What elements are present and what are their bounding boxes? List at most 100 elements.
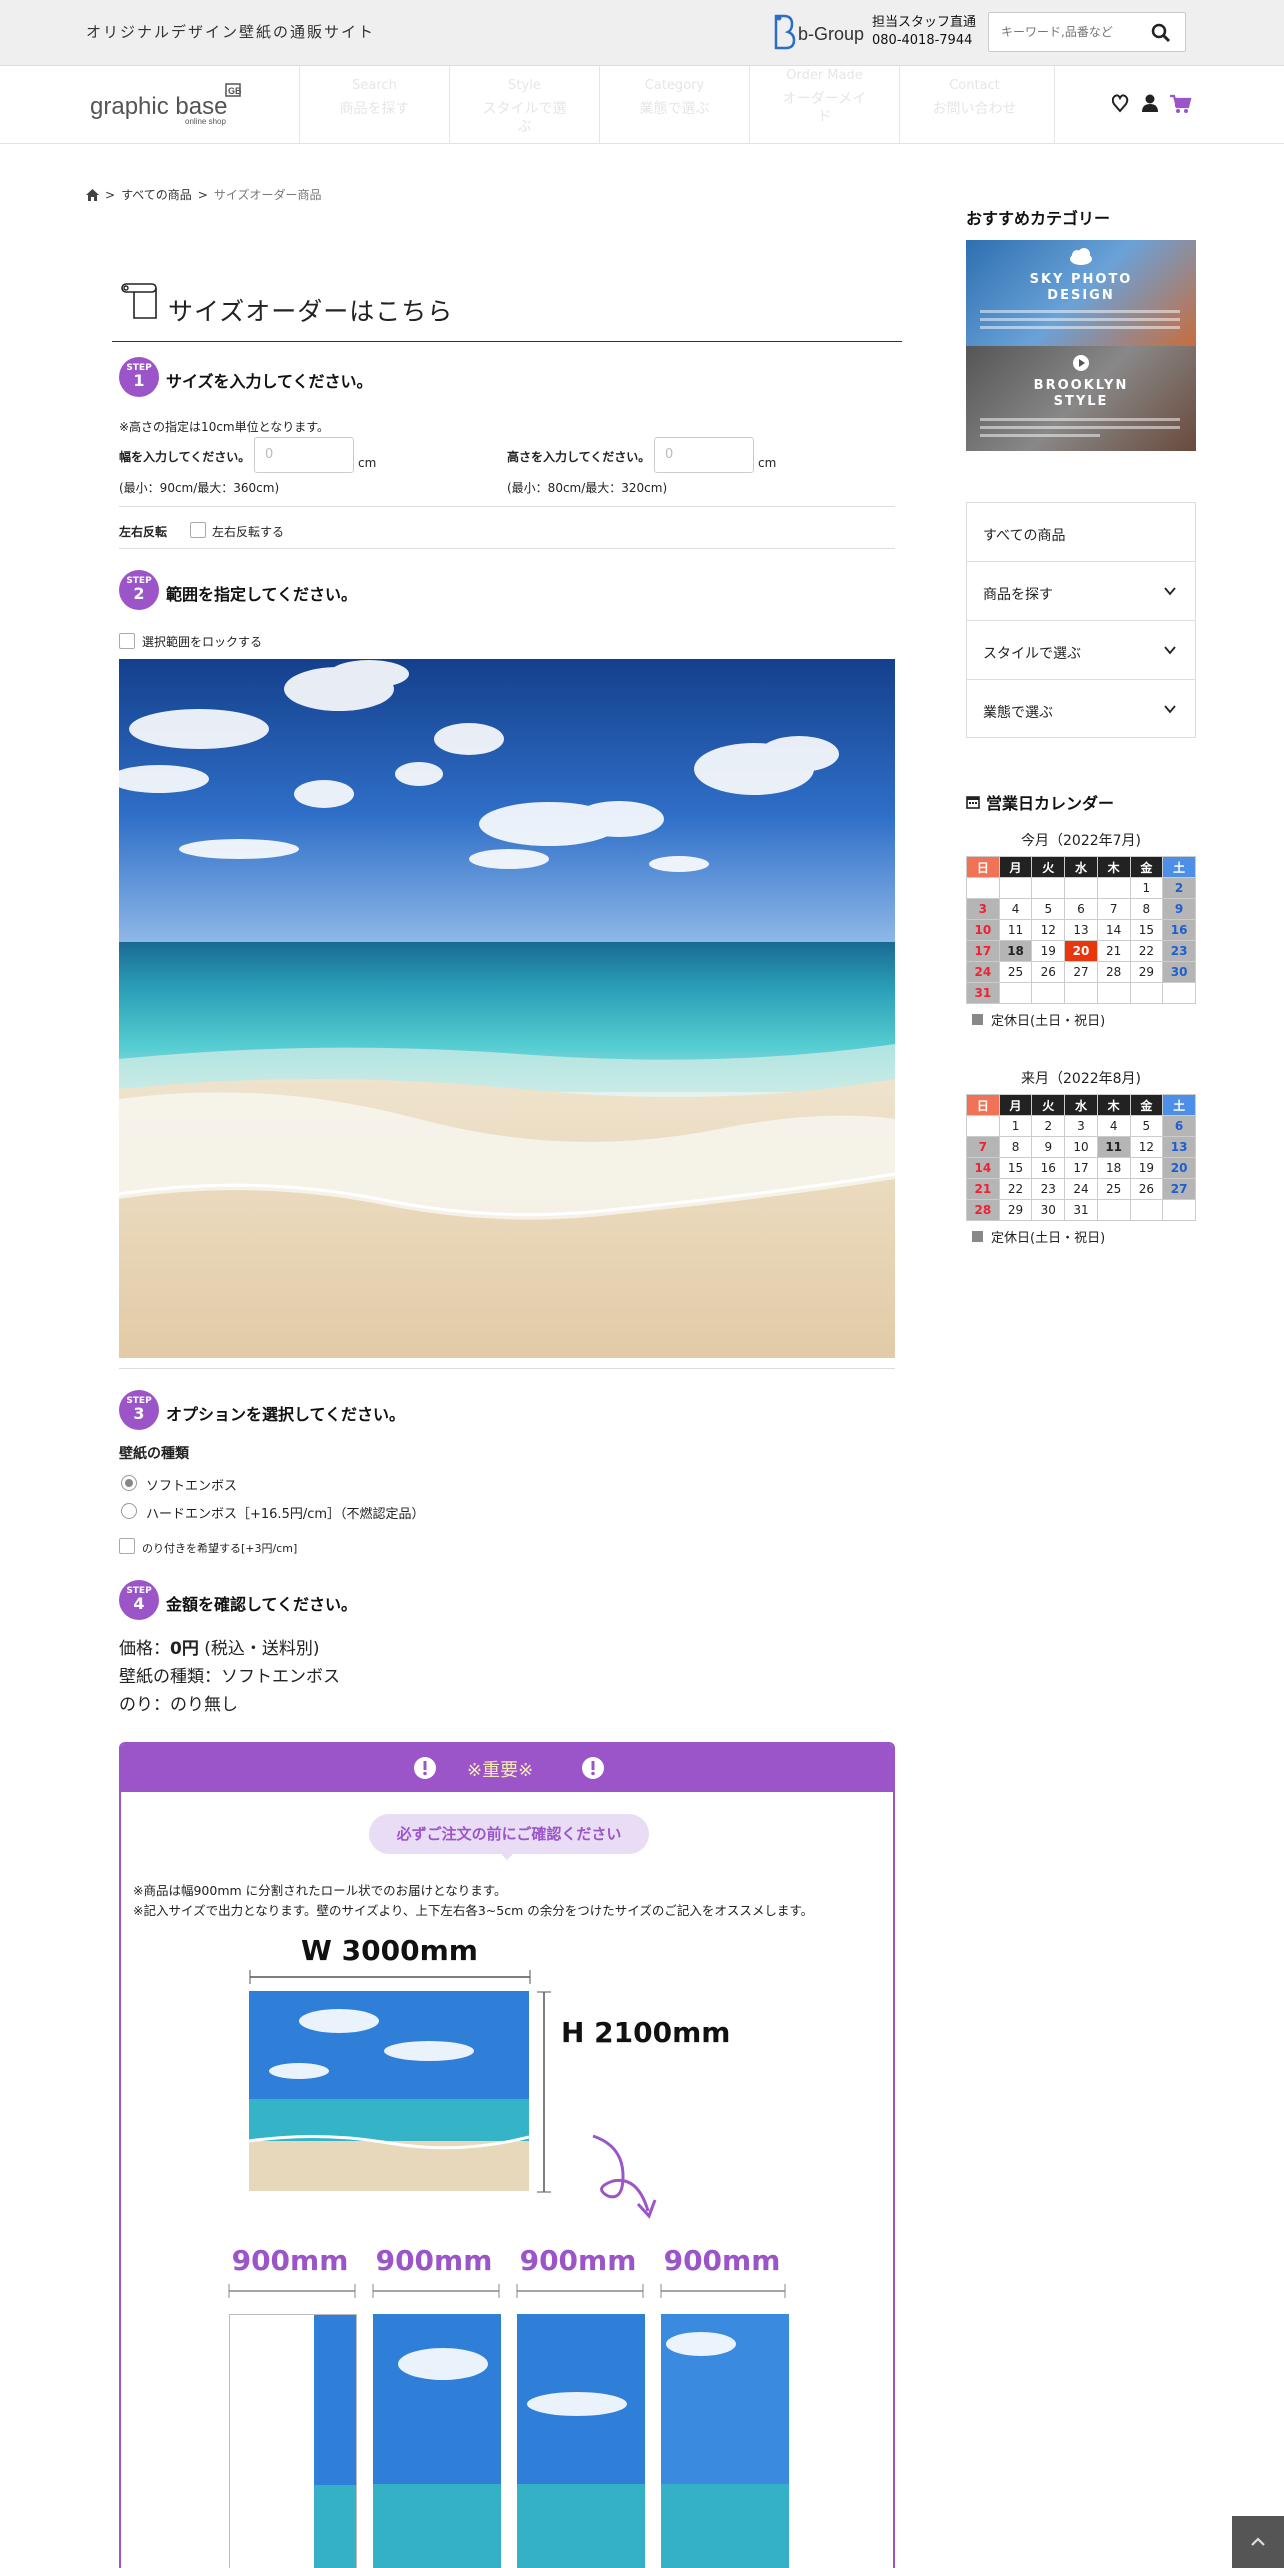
cloud-icon xyxy=(1070,248,1092,265)
svg-text:online shop: online shop xyxy=(185,117,226,126)
recommended-categories-heading: おすすめカテゴリー xyxy=(966,209,1111,228)
step3-title: オプションを選択してください。 xyxy=(166,1405,406,1424)
nav-style[interactable]: Style スタイルで選ぶ xyxy=(449,66,599,144)
exclamation-icon xyxy=(414,1757,436,1779)
calendar-heading: 営業日カレンダー xyxy=(966,790,1114,814)
notice-bubble: 必ずご注文の前にご確認ください xyxy=(369,1814,649,1854)
height-dimension-label: H 2100mm xyxy=(561,2016,731,2049)
example-beach-image xyxy=(249,1991,529,2191)
calendar-july-2022: 今月（2022年7月) 日月火水木金土 12 3456789 10 11 12 13 1… xyxy=(966,830,1196,1029)
panel-2 xyxy=(373,2314,501,2568)
user-icon[interactable] xyxy=(1142,94,1158,113)
step-badge-4: STEP 4 xyxy=(119,1580,159,1620)
calendar-caption: 今月（2022年7月) xyxy=(1021,833,1141,849)
breadcrumb-all[interactable]: すべての商品 xyxy=(121,186,192,203)
cart-icon[interactable] xyxy=(1170,94,1192,113)
wallpaper-roll-icon xyxy=(121,283,157,319)
height-range: (最小：80cm/最大：320cm) xyxy=(507,481,668,495)
b-group-logo[interactable]: b-Group xyxy=(770,12,868,54)
panel-width-label: 900mm xyxy=(231,2244,349,2277)
menu-style[interactable]: スタイルで選ぶ xyxy=(967,621,1195,680)
notice-header: ※重要※ xyxy=(121,1744,893,1792)
panel-dimension-lines xyxy=(228,2284,786,2298)
calendar-caption: 来月（2022年8月) xyxy=(1021,1071,1141,1087)
nav-contact[interactable]: Contact お問い合わせ xyxy=(899,66,1049,144)
nav-order-made[interactable]: Order Made オーダーメイド xyxy=(749,66,899,144)
heart-icon[interactable] xyxy=(1111,94,1129,113)
panel-3 xyxy=(517,2314,645,2568)
calendar-august-2022: 来月（2022年8月) 日月火水木金土 123456 7 8 9 10 11 12 13 1… xyxy=(966,1068,1196,1246)
back-to-top-button[interactable] xyxy=(1232,2516,1284,2568)
panel-width-label: 900mm xyxy=(663,2244,781,2277)
svg-text:graphic base: graphic base xyxy=(90,93,227,120)
step-badge-2: STEP 2 xyxy=(119,570,159,610)
size-note: ※高さの指定は10cm単位となります。 xyxy=(119,420,330,434)
search-input[interactable] xyxy=(1001,21,1141,43)
step2-title: 範囲を指定してください。 xyxy=(166,585,358,604)
hard-emboss-label: ハードエンボス［+16.5円/cm］（不燃認定品） xyxy=(146,1507,425,1522)
price-line: 価格：0円 (税込・送料別) xyxy=(119,1639,320,1659)
flip-checkbox[interactable] xyxy=(190,522,206,538)
step-badge-3: STEP 3 xyxy=(119,1390,159,1430)
page-title-block: サイズオーダーはこちら xyxy=(112,282,902,342)
menu-search-products[interactable]: 商品を探す xyxy=(967,562,1195,621)
nav-category[interactable]: Category 業態で選ぶ xyxy=(599,66,749,144)
nav-divider xyxy=(1054,66,1055,144)
svg-text:GB: GB xyxy=(228,86,242,96)
staff-phone[interactable]: 080-4018-7944 xyxy=(872,32,976,50)
home-icon[interactable] xyxy=(86,188,99,201)
height-unit: cm xyxy=(758,456,777,470)
page-title: サイズオーダーはこちら xyxy=(168,297,454,326)
soft-emboss-label: ソフトエンボス xyxy=(146,1479,238,1494)
flip-option-label: 左右反転する xyxy=(212,525,285,539)
width-dimension-line xyxy=(249,1970,531,1984)
panel-4 xyxy=(661,2314,789,2568)
glue-label: のり付きを希望する[+3円/cm] xyxy=(142,1542,298,1555)
site-tagline: オリジナルデザイン壁紙の通販サイト xyxy=(86,23,376,41)
width-input[interactable]: 0 xyxy=(254,437,354,473)
calendar-icon xyxy=(966,796,980,809)
search-box xyxy=(988,12,1186,52)
lock-range-checkbox[interactable] xyxy=(119,633,135,649)
wallpaper-type-heading: 壁紙の種類 xyxy=(119,1446,189,1462)
chevron-down-icon xyxy=(1164,646,1176,655)
hard-emboss-radio[interactable] xyxy=(121,1503,137,1519)
lock-range-label: 選択範囲をロックする xyxy=(142,635,263,649)
staff-label: 担当スタッフ直通 xyxy=(872,15,977,30)
divider xyxy=(119,1368,895,1369)
staff-contact: 担当スタッフ直通 080-4018-7944 xyxy=(872,14,976,50)
height-input[interactable]: 0 xyxy=(654,437,754,473)
flip-label: 左右反転 xyxy=(119,525,168,539)
banner-sky-photo[interactable]: SKY PHOTO DESIGN xyxy=(966,240,1196,346)
banner-brooklyn-style[interactable]: BROOKLYN STYLE xyxy=(966,346,1196,451)
nav-search[interactable]: Search 商品を探す xyxy=(299,66,449,144)
breadcrumb: > すべての商品 > サイズオーダー商品 xyxy=(86,186,321,203)
type-summary: 壁紙の種類：ソフトエンボス xyxy=(119,1667,340,1687)
important-notice: ※重要※ 必ずご注文の前にご確認ください ※商品は幅900mm に分割されたロー… xyxy=(119,1742,895,2568)
divider xyxy=(119,506,895,507)
notice-line-1: ※商品は幅900mm に分割されたロール状でのお届けとなります。 xyxy=(133,1883,507,1898)
step4-title: 金額を確認してください。 xyxy=(166,1595,358,1614)
glue-checkbox[interactable] xyxy=(119,1538,135,1554)
chevron-down-icon xyxy=(1164,587,1176,596)
panel-width-label: 900mm xyxy=(519,2244,637,2277)
menu-business-type[interactable]: 業態で選ぶ xyxy=(967,680,1195,739)
width-dimension-label: W 3000mm xyxy=(301,1934,478,1967)
width-range: (最小：90cm/最大：360cm) xyxy=(119,481,280,495)
site-logo[interactable]: graphic base GB online shop xyxy=(90,82,250,128)
menu-all-products[interactable]: すべての商品 xyxy=(967,503,1195,562)
panel-width-label: 900mm xyxy=(375,2244,493,2277)
width-unit: cm xyxy=(358,456,377,470)
width-label: 幅を入力してください。 xyxy=(119,450,251,464)
soft-emboss-radio[interactable] xyxy=(121,1475,137,1491)
curved-arrow-icon xyxy=(592,2134,657,2219)
bubble-tail xyxy=(499,1852,515,1860)
calendar-legend: 定休日(土日・祝日) xyxy=(966,1227,1196,1246)
panel-1 xyxy=(229,2314,357,2568)
svg-text:b-Group: b-Group xyxy=(798,24,864,44)
search-icon[interactable] xyxy=(1151,23,1171,43)
chevron-down-icon xyxy=(1164,705,1176,714)
step-badge-1: STEP 1 xyxy=(119,357,159,397)
wallpaper-preview-image[interactable] xyxy=(119,659,895,1358)
play-icon xyxy=(1073,355,1089,371)
